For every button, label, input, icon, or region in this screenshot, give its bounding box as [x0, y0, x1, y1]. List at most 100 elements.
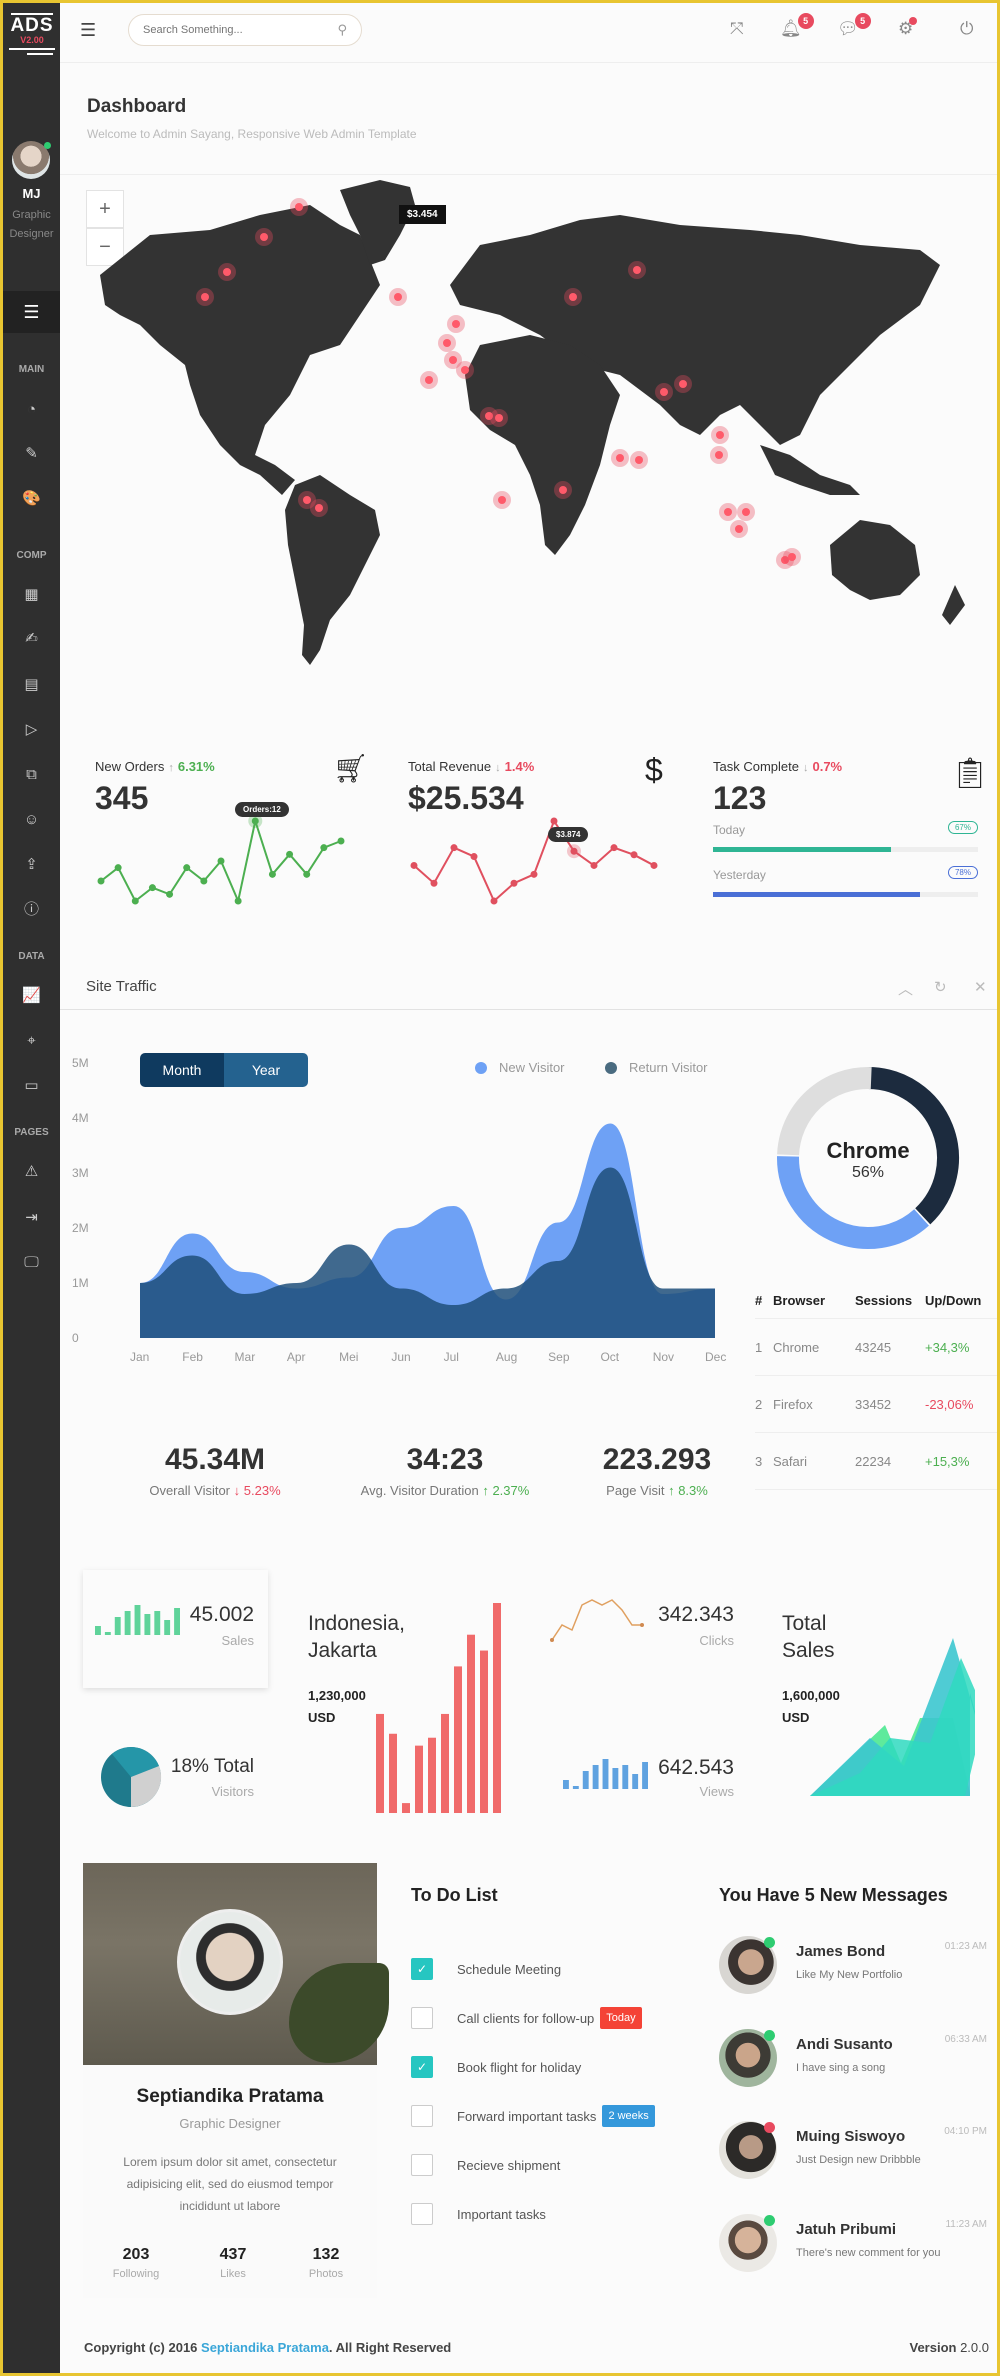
- table-row[interactable]: 1 Chrome 43245 +34,3%: [755, 1319, 997, 1376]
- status-dot-busy: [764, 2122, 775, 2133]
- menu-toggle-button[interactable]: ☰: [3, 291, 60, 333]
- map-marker: [260, 233, 268, 241]
- notifications-badge: 5: [797, 13, 814, 29]
- palette-icon[interactable]: 🎨: [3, 489, 60, 509]
- search-icon[interactable]: ⚲: [337, 22, 347, 38]
- stat-label: Photos: [308, 2268, 344, 2280]
- bar: [144, 1614, 151, 1635]
- message-preview: Just Design new Dribbble: [796, 2154, 921, 2166]
- todo-tag-2-weeks: 2 weeks: [602, 2105, 655, 2127]
- x-tick-label: Jul: [444, 1350, 459, 1364]
- todo-item[interactable]: Recieve shipment: [411, 2154, 560, 2176]
- hamburger-menu-icon[interactable]: ☰: [80, 20, 96, 41]
- panel-header: Site Traffic ︿ ↻ ✕: [60, 958, 997, 1010]
- donut-value: 56%: [851, 1164, 885, 1181]
- checkbox[interactable]: [411, 2154, 433, 2176]
- kpi-revenue-change: 1.4%: [504, 759, 535, 774]
- stat-label: Likes: [220, 2268, 246, 2280]
- message-item[interactable]: Andi Susanto I have sing a song 06:33 AM: [719, 2021, 989, 2091]
- progress-today-badge: 67%: [947, 821, 978, 834]
- close-icon[interactable]: ✕: [974, 978, 987, 996]
- smile-icon[interactable]: ☺: [3, 810, 60, 830]
- kpi-revenue-label: Total Revenue: [408, 759, 492, 774]
- todo-item[interactable]: Important tasks: [411, 2203, 546, 2225]
- bar: [164, 1620, 171, 1635]
- login-icon[interactable]: ⇥: [3, 1208, 60, 1228]
- play-icon[interactable]: ▷: [3, 720, 60, 740]
- brand-logo[interactable]: ADS V2.00: [7, 13, 57, 55]
- table-row[interactable]: 2 Firefox 33452 -23,06%: [755, 1376, 997, 1433]
- todo-item[interactable]: Forward important tasks 2 weeks: [411, 2105, 655, 2127]
- todo-text: Book flight for holiday: [457, 2059, 582, 2075]
- warning-icon[interactable]: ⚠: [3, 1162, 60, 1182]
- info-icon[interactable]: ⓘ: [3, 900, 60, 920]
- avatar: [719, 2029, 777, 2087]
- sparkline-point: [410, 861, 418, 869]
- user-avatar[interactable]: [12, 141, 51, 179]
- col-header: #: [755, 1293, 763, 1308]
- todo-item[interactable]: Call clients for follow-up Today: [411, 2007, 642, 2029]
- monitor-icon[interactable]: 🖵: [3, 1253, 60, 1273]
- map-marker: [715, 451, 723, 459]
- author-link[interactable]: Septiandika Pratama: [201, 2340, 329, 2355]
- table-row[interactable]: 3 Safari 22234 +15,3%: [755, 1433, 997, 1490]
- checkbox-checked[interactable]: ✓: [411, 2056, 433, 2078]
- message-item[interactable]: James Bond Like My New Portfolio 01:23 A…: [719, 1928, 989, 1998]
- settings-gear-icon[interactable]: ⚙: [898, 17, 918, 39]
- edit-form-icon[interactable]: ✍: [3, 629, 60, 649]
- table-icon[interactable]: ▤: [3, 675, 60, 695]
- clipboard-checklist-icon: 📋︎: [951, 757, 990, 790]
- dashboard-gauge-icon[interactable]: ◔: [3, 400, 60, 420]
- dollar-icon: $: [645, 752, 663, 788]
- profile-stat-following[interactable]: 203 Following: [101, 2246, 171, 2280]
- browser-table: # Browser Sessions Up/Down 1 Chrome 4324…: [755, 1283, 997, 1490]
- profile-stat-likes[interactable]: 437 Likes: [198, 2246, 268, 2280]
- profile-avatar[interactable]: [177, 1909, 283, 2015]
- continents: [100, 180, 965, 665]
- line-chart-icon[interactable]: 📈: [3, 986, 60, 1006]
- fullscreen-icon[interactable]: ⤧: [730, 19, 744, 39]
- widget-visitors: 18% Total Visitors: [83, 1723, 268, 1828]
- avatar: [719, 2121, 777, 2179]
- presentation-icon[interactable]: ▭: [3, 1076, 60, 1096]
- upload-icon[interactable]: ⇪: [3, 855, 60, 875]
- map-marker: [315, 504, 323, 512]
- map-pin-icon[interactable]: ⌖: [3, 1031, 60, 1051]
- views-value: 642.543: [658, 1756, 734, 1779]
- notifications-bell-icon[interactable]: 🔔︎ 5: [780, 13, 814, 39]
- power-logout-icon[interactable]: ⏻: [960, 19, 973, 39]
- views-label: Views: [699, 1784, 734, 1799]
- layers-icon[interactable]: ⧉: [3, 765, 60, 785]
- cell: +34,3%: [925, 1339, 970, 1355]
- arrow-up-icon: ↑: [482, 1483, 489, 1498]
- checkbox-checked[interactable]: ✓: [411, 1958, 433, 1980]
- message-item[interactable]: Jatuh Pribumi There's new comment for yo…: [719, 2206, 989, 2276]
- map-marker: [449, 356, 457, 364]
- grid-icon[interactable]: ▦: [3, 585, 60, 605]
- australia: [830, 520, 920, 600]
- profile-stat-photos[interactable]: 132 Photos: [291, 2246, 361, 2280]
- search-box[interactable]: ⚲: [128, 14, 362, 46]
- messages-chat-icon[interactable]: 💬︎ 5: [837, 13, 871, 39]
- sparkline-point: [570, 847, 578, 855]
- collapse-chevron-up-icon[interactable]: ︿: [898, 978, 913, 999]
- message-item[interactable]: Muing Siswoyo Just Design new Dribbble 0…: [719, 2113, 989, 2183]
- y-tick-label: 1M: [72, 1276, 89, 1290]
- todo-tag-today: Today: [600, 2007, 642, 2029]
- bar: [467, 1634, 475, 1813]
- checkbox[interactable]: [411, 2105, 433, 2127]
- todo-item[interactable]: ✓ Schedule Meeting: [411, 1958, 561, 1980]
- arrow-up-icon: ↑: [168, 762, 174, 774]
- brush-icon[interactable]: ✎: [3, 444, 60, 464]
- checkbox[interactable]: [411, 2203, 433, 2225]
- donut-center: Chrome 56%: [768, 1138, 968, 1182]
- todo-item[interactable]: ✓ Book flight for holiday: [411, 2056, 581, 2078]
- checkbox[interactable]: [411, 2007, 433, 2029]
- refresh-icon[interactable]: ↻: [934, 978, 947, 996]
- search-input[interactable]: [143, 24, 338, 36]
- y-tick-label: 0: [72, 1331, 79, 1345]
- world-map[interactable]: + − $3.454: [60, 175, 997, 730]
- messages-title: You Have 5 New Messages: [719, 1885, 948, 1905]
- progress-yesterday-track: [713, 892, 978, 897]
- progress-yesterday-badge: 78%: [947, 866, 978, 879]
